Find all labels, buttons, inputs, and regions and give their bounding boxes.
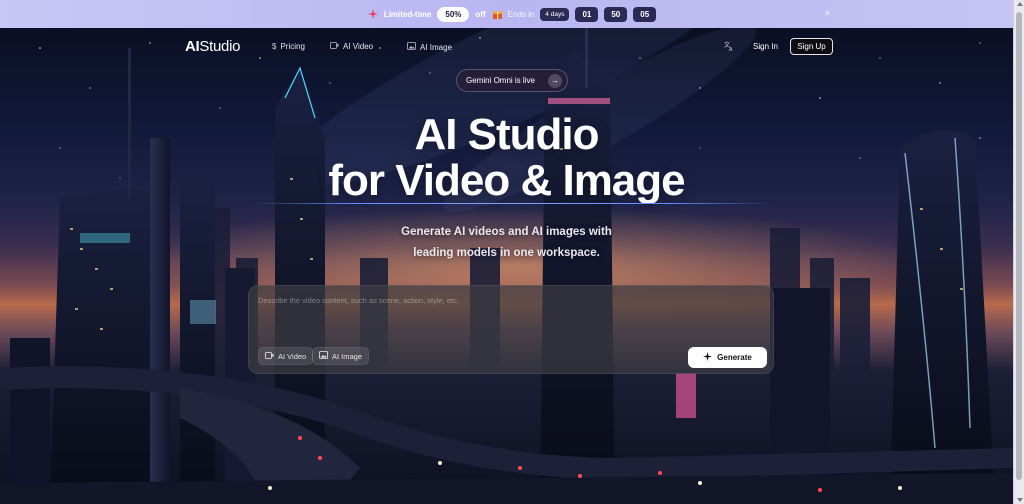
image-icon bbox=[407, 42, 416, 52]
sparkle-icon bbox=[703, 352, 713, 363]
generate-label: Generate bbox=[717, 353, 752, 362]
dollar-icon: $ bbox=[272, 42, 277, 51]
ai-image-mode-label: AI Image bbox=[332, 351, 363, 361]
video-icon bbox=[330, 42, 339, 51]
language-icon[interactable]: 文A bbox=[724, 41, 734, 53]
nav-ai-video-label: AI Video bbox=[343, 42, 374, 51]
scroll-up-icon[interactable] bbox=[1017, 2, 1023, 6]
limited-time-label: Limited-time bbox=[383, 9, 432, 19]
svg-text:A: A bbox=[729, 47, 733, 51]
hero-title-line1: AI Studio bbox=[414, 110, 599, 159]
nav-ai-video[interactable]: AI Video bbox=[330, 42, 373, 51]
image-icon bbox=[319, 351, 328, 361]
promo-banner: Limited-time 50% off Ends in 4 days 01 5… bbox=[0, 0, 1024, 28]
countdown-hours: 01 bbox=[575, 6, 599, 22]
video-icon bbox=[265, 351, 274, 361]
announcement-label: Gemini Omni is live bbox=[466, 76, 535, 85]
nav-pricing-label: Pricing bbox=[280, 42, 305, 51]
hero-subtitle-line2: leading models in one workspace. bbox=[413, 247, 600, 259]
announcement-pill[interactable]: Gemini Omni is live → bbox=[456, 69, 568, 92]
countdown-minutes: 50 bbox=[604, 6, 628, 22]
nav-pricing[interactable]: $ Pricing bbox=[272, 42, 305, 51]
scroll-thumb[interactable] bbox=[1016, 12, 1022, 480]
sparkle-icon bbox=[367, 9, 378, 19]
hero-title-line2: for Video & Image bbox=[328, 156, 685, 205]
nav-ai-image-label: AI Image bbox=[420, 42, 453, 52]
off-label: off bbox=[475, 9, 486, 19]
arrow-right-icon: → bbox=[548, 73, 562, 88]
close-icon[interactable]: × bbox=[825, 8, 830, 18]
ai-image-mode-button[interactable]: AI Image bbox=[312, 347, 370, 365]
countdown-days: 4 days bbox=[540, 7, 570, 21]
prompt-input[interactable]: Describe the video content, such as scen… bbox=[258, 296, 459, 305]
scroll-down-icon[interactable] bbox=[1017, 498, 1023, 502]
generate-button[interactable]: Generate bbox=[688, 347, 767, 368]
hero-background bbox=[0, 28, 1013, 504]
sign-in-link[interactable]: Sign In bbox=[753, 42, 778, 51]
countdown-seconds: 05 bbox=[633, 6, 657, 22]
logo-ai: AI bbox=[185, 38, 200, 55]
discount-badge: 50% bbox=[437, 6, 470, 22]
hero-subtitle-line1: Generate AI videos and AI images with bbox=[401, 226, 612, 238]
ends-in-label: Ends in bbox=[507, 9, 535, 19]
sign-up-button[interactable]: Sign Up bbox=[790, 38, 833, 55]
logo[interactable]: AIStudio bbox=[185, 38, 240, 55]
ai-video-mode-button[interactable]: AI Video bbox=[258, 347, 314, 365]
city-skyline-illustration bbox=[0, 28, 1013, 504]
prompt-box[interactable]: Describe the video content, such as scen… bbox=[248, 285, 774, 374]
nav-ai-image[interactable]: AI Image bbox=[407, 42, 452, 52]
logo-studio: Studio bbox=[199, 38, 241, 55]
page-scrollbar[interactable] bbox=[1013, 0, 1024, 504]
ai-video-mode-label: AI Video bbox=[278, 351, 307, 361]
gift-icon bbox=[492, 9, 503, 19]
title-underline bbox=[250, 203, 775, 204]
promo-content: Limited-time 50% off Ends in 4 days 01 5… bbox=[367, 6, 657, 22]
